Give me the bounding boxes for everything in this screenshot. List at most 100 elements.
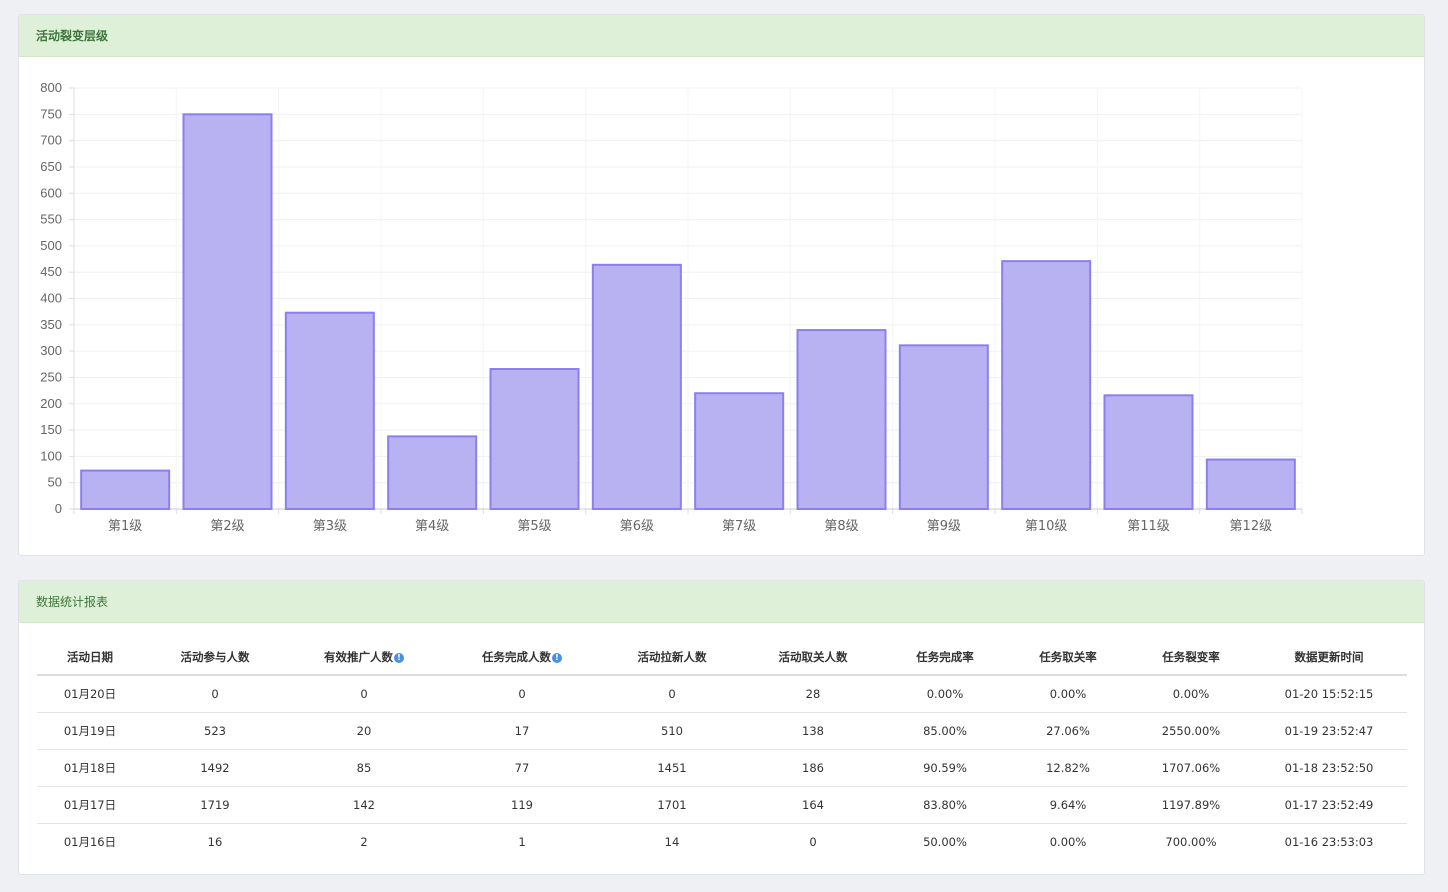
info-icon[interactable]: ! (552, 652, 562, 663)
column-header-label: 活动拉新人数 (637, 650, 707, 664)
y-tick-label: 750 (40, 106, 62, 121)
table-cell: 01-18 23:52:50 (1251, 749, 1407, 787)
table-row: 01月19日 523 20 17 510 138 85.00% 27.06% 2550.00% 0… (37, 712, 1407, 750)
table-cell: 28 (741, 675, 885, 713)
column-header-label: 任务裂变率 (1162, 650, 1220, 664)
y-tick-label: 200 (40, 396, 62, 411)
table-cell: 01-17 23:52:49 (1251, 786, 1407, 824)
y-tick-label: 250 (40, 369, 62, 384)
table-cell: 119 (441, 786, 603, 824)
column-header: 任务取关率 (1005, 640, 1131, 676)
bar-第4级 (387, 435, 478, 510)
table-cell: 01月20日 (37, 675, 143, 713)
y-tick-label: 500 (40, 238, 62, 253)
y-tick-label: 650 (40, 159, 62, 174)
y-tick-label: 450 (40, 264, 62, 279)
table-cell: 1492 (143, 749, 287, 787)
table-cell: 0 (603, 675, 741, 713)
x-category-label: 第2级 (210, 519, 244, 534)
table-cell: 186 (741, 749, 885, 787)
column-header: 活动拉新人数 (603, 640, 741, 676)
bar-第9级 (898, 344, 989, 510)
table-cell: 0.00% (885, 675, 1005, 713)
table-cell: 0.00% (1131, 675, 1251, 713)
bar-第1级 (80, 469, 171, 510)
stats-report-panel-title: 数据统计报表 (19, 581, 1424, 623)
info-icon[interactable]: ! (394, 652, 404, 663)
y-tick-label: 700 (40, 133, 62, 148)
x-category-label: 第8级 (824, 519, 858, 534)
table-cell: 85.00% (885, 712, 1005, 750)
column-header: 活动日期 (37, 640, 143, 676)
table-cell: 0 (143, 675, 287, 713)
column-header: 活动参与人数 (143, 640, 287, 676)
column-header: 有效推广人数! (287, 640, 441, 676)
column-header-label: 活动日期 (67, 650, 113, 664)
table-cell: 85 (287, 749, 441, 787)
table-cell: 77 (441, 749, 603, 787)
table-cell: 1 (518, 835, 526, 849)
column-header-label: 活动参与人数 (180, 650, 250, 664)
x-category-label: 第5级 (517, 519, 551, 534)
bar-第6级 (591, 263, 682, 510)
table-cell: 27.06% (1005, 712, 1131, 750)
table-cell: 01月19日 (37, 712, 143, 750)
x-category-label: 第4级 (415, 519, 449, 534)
x-category-label: 第12级 (1230, 519, 1273, 534)
x-category-label: 第9级 (927, 519, 961, 534)
table-cell: 20 (287, 712, 441, 750)
table-row: 01月16日 16 2 1 14 0 50.00% 0.00% 700.00% 01-16 23:… (37, 824, 1407, 861)
table-cell: 01-19 23:52:47 (1251, 712, 1407, 750)
table-cell: 83.80% (885, 786, 1005, 824)
column-header-label: 数据更新时间 (1294, 650, 1364, 664)
table-cell: 2 (360, 835, 368, 849)
table-cell: 1719 (143, 786, 287, 824)
fission-level-bar-chart: 0 50 100 150 200 250 300 350 400 450 500 550 600 650 7… (40, 80, 1303, 534)
y-tick-label: 400 (40, 291, 62, 306)
column-header: 任务完成人数! (441, 640, 603, 676)
table-body: 01月20日 0 0 0 0 28 0.00% 0.00% 0.00% 01-20 15:52:1… (37, 675, 1407, 860)
x-category-label: 第7级 (722, 519, 756, 534)
table-cell: 01-20 15:52:15 (1251, 675, 1407, 713)
y-tick-label: 300 (40, 343, 62, 358)
bar-第2级 (182, 113, 273, 510)
table-cell: 0.00% (1005, 675, 1131, 713)
column-header-label: 任务完成人数 (482, 650, 551, 664)
table-cell: 16 (207, 835, 223, 849)
column-header-label: 有效推广人数 (324, 650, 393, 664)
table-cell: 138 (741, 712, 885, 750)
table-cell: 1451 (603, 749, 741, 787)
table-cell: 700.00% (1165, 835, 1217, 849)
table-cell: 523 (143, 712, 287, 750)
bar-第12级 (1205, 458, 1296, 510)
table-cell: 50.00% (923, 835, 967, 849)
x-category-label: 第1级 (108, 519, 142, 534)
table-cell: 1197.89% (1131, 786, 1251, 824)
table-row: 01月17日 1719 142 119 1701 164 83.80% 9.64% 1197.8… (37, 786, 1407, 824)
x-category-label: 第3级 (313, 519, 347, 534)
column-header: 活动取关人数 (741, 640, 885, 676)
table-cell: 0.00% (1049, 835, 1087, 849)
bar-第11级 (1103, 394, 1194, 510)
y-tick-label: 100 (40, 448, 62, 463)
table-cell: 12.82% (1005, 749, 1131, 787)
y-tick-label: 800 (40, 80, 62, 95)
table-cell: 01月16日 (63, 835, 117, 849)
column-header-label: 任务完成率 (916, 650, 974, 664)
table-cell: 0 (809, 835, 817, 849)
table-cell: 1707.06% (1131, 749, 1251, 787)
column-header: 任务完成率 (885, 640, 1005, 676)
y-tick-label: 50 (48, 475, 62, 490)
fission-level-panel: 活动裂变层级 0 50 100 150 200 250 300 350 400 450 500 550… (18, 14, 1425, 556)
table-cell: 510 (603, 712, 741, 750)
bar-第8级 (796, 329, 887, 511)
bar-第10级 (1001, 260, 1092, 510)
bar-第3级 (284, 311, 375, 510)
table-cell: 14 (664, 835, 680, 849)
table-cell: 90.59% (885, 749, 1005, 787)
x-category-label: 第10级 (1025, 519, 1068, 534)
stats-report-panel: 数据统计报表 活动日期 活动参与人数 有效推广人数! 任务完成人数! 活动拉新人数 活动取… (18, 580, 1425, 875)
column-header-label: 活动取关人数 (778, 650, 848, 664)
table-row: 01月18日 1492 85 77 1451 186 90.59% 12.82% 1707.06… (37, 749, 1407, 787)
stats-table: 活动日期 活动参与人数 有效推广人数! 任务完成人数! 活动拉新人数 活动取关人数 任务完成… (37, 640, 1407, 860)
